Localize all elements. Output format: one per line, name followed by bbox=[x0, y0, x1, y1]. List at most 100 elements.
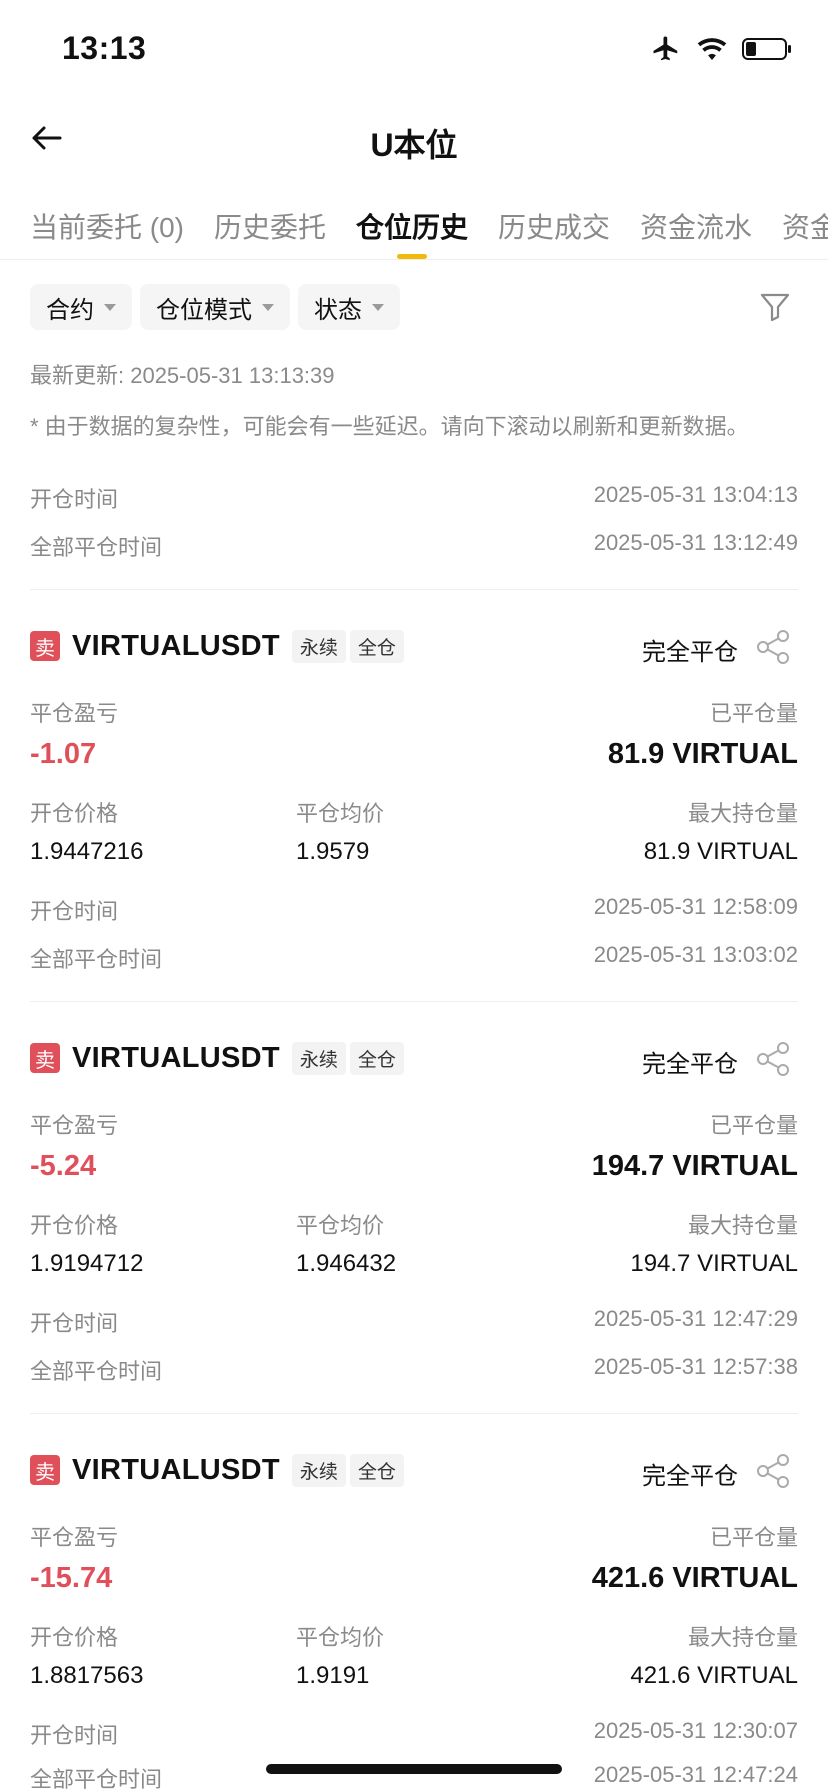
symbol: VIRTUALUSDT bbox=[72, 1041, 280, 1074]
wifi-icon bbox=[697, 38, 727, 61]
close-time-value: 2025-05-31 12:57:38 bbox=[593, 1354, 798, 1379]
tab-trade-history[interactable]: 历史成交 bbox=[498, 206, 610, 246]
closed-qty-value: 194.7 VIRTUAL bbox=[591, 1150, 798, 1182]
position-mode-filter[interactable]: 仓位模式 bbox=[140, 284, 290, 330]
close-time-label: 全部平仓时间 bbox=[30, 1359, 163, 1384]
open-time-value: 2025-05-31 12:47:29 bbox=[593, 1306, 798, 1331]
max-pos-value: 194.7 VIRTUAL bbox=[630, 1250, 798, 1277]
pnl-label: 平仓盈亏 bbox=[30, 701, 119, 726]
divider bbox=[30, 589, 798, 590]
open-price-label: 开仓价格 bbox=[30, 1625, 119, 1650]
home-indicator bbox=[266, 1764, 562, 1774]
tab-order-history[interactable]: 历史委托 bbox=[214, 206, 326, 246]
active-tab-indicator bbox=[397, 254, 427, 259]
tab-funds[interactable]: 资金 bbox=[782, 206, 828, 246]
closed-qty-value: 421.6 VIRTUAL bbox=[591, 1562, 798, 1594]
close-time-value: 2025-05-31 13:12:49 bbox=[593, 530, 798, 555]
position-card[interactable]: 卖 VIRTUALUSDT 永续 全仓 完全平仓 平仓盈亏 已平仓量 -5.24… bbox=[0, 1038, 828, 1438]
close-status: 完全平仓 bbox=[642, 639, 738, 666]
max-pos-label: 最大持仓量 bbox=[687, 801, 798, 826]
tab-position-history[interactable]: 仓位历史 bbox=[356, 206, 468, 246]
position-card[interactable]: 卖 VIRTUALUSDT 永续 全仓 完全平仓 平仓盈亏 已平仓量 -1.07… bbox=[0, 626, 828, 1026]
open-time-label: 开仓时间 bbox=[30, 1311, 119, 1336]
status-time: 13:13 bbox=[62, 30, 147, 66]
caret-down-icon bbox=[104, 303, 116, 311]
open-price-value: 1.9447216 bbox=[30, 838, 144, 865]
sell-badge: 卖 bbox=[30, 1455, 60, 1485]
status-filter-label: 状态 bbox=[314, 296, 362, 324]
close-time-label: 全部平仓时间 bbox=[30, 535, 163, 560]
max-pos-label: 最大持仓量 bbox=[687, 1625, 798, 1650]
perpetual-tag: 永续 bbox=[291, 1453, 346, 1487]
divider bbox=[30, 1413, 798, 1414]
airplane-icon bbox=[653, 36, 678, 61]
caret-down-icon bbox=[372, 303, 384, 311]
open-price-label: 开仓价格 bbox=[30, 801, 119, 826]
card-header: 卖 VIRTUALUSDT 永续 全仓 bbox=[30, 626, 404, 666]
position-mode-filter-label: 仓位模式 bbox=[156, 296, 252, 324]
perpetual-tag: 永续 bbox=[291, 629, 346, 663]
position-card[interactable]: 卖 VIRTUALUSDT 永续 全仓 完全平仓 平仓盈亏 已平仓量 -15.7… bbox=[0, 1450, 828, 1792]
open-time-label: 开仓时间 bbox=[30, 1723, 119, 1748]
tab-bar: 当前委托 (0) 历史委托 仓位历史 历史成交 资金流水 资金 bbox=[0, 196, 828, 260]
page-title: U本位 bbox=[370, 127, 458, 163]
close-status: 完全平仓 bbox=[642, 1051, 738, 1078]
filter-bar: 合约 仓位模式 状态 bbox=[30, 284, 400, 330]
status-icons bbox=[650, 34, 792, 64]
closed-qty-label: 已平仓量 bbox=[709, 1525, 798, 1550]
card-header: 卖 VIRTUALUSDT 永续 全仓 bbox=[30, 1038, 404, 1078]
status-filter[interactable]: 状态 bbox=[298, 284, 400, 330]
open-price-value: 1.9194712 bbox=[30, 1250, 144, 1277]
close-avg-label: 平仓均价 bbox=[296, 801, 385, 826]
closed-qty-label: 已平仓量 bbox=[709, 1113, 798, 1138]
sell-badge: 卖 bbox=[30, 1043, 60, 1073]
battery-icon bbox=[742, 38, 791, 60]
last-updated-text: 最新更新: 2025-05-31 13:13:39 bbox=[30, 363, 335, 388]
open-time-value: 2025-05-31 12:58:09 bbox=[593, 894, 798, 919]
close-avg-value: 1.946432 bbox=[296, 1250, 397, 1277]
pnl-label: 平仓盈亏 bbox=[30, 1525, 119, 1550]
max-pos-value: 421.6 VIRTUAL bbox=[630, 1662, 798, 1689]
share-icon[interactable] bbox=[754, 628, 792, 666]
partial-close-time-row: 全部平仓时间 2025-05-31 13:12:49 bbox=[30, 530, 798, 562]
close-status: 完全平仓 bbox=[642, 1463, 738, 1490]
contract-filter[interactable]: 合约 bbox=[30, 284, 132, 330]
close-time-label: 全部平仓时间 bbox=[30, 1767, 163, 1792]
perpetual-tag: 永续 bbox=[291, 1041, 346, 1075]
funnel-filter-icon[interactable] bbox=[758, 290, 792, 324]
share-icon[interactable] bbox=[754, 1452, 792, 1490]
max-pos-label: 最大持仓量 bbox=[687, 1213, 798, 1238]
card-header: 卖 VIRTUALUSDT 永续 全仓 bbox=[30, 1450, 404, 1490]
open-time-label: 开仓时间 bbox=[30, 487, 119, 512]
pnl-value: -1.07 bbox=[30, 738, 97, 770]
pnl-value: -15.74 bbox=[30, 1562, 113, 1594]
pnl-value: -5.24 bbox=[30, 1150, 97, 1182]
open-time-value: 2025-05-31 13:04:13 bbox=[593, 482, 798, 507]
tab-current-orders[interactable]: 当前委托 (0) bbox=[30, 206, 184, 246]
close-time-label: 全部平仓时间 bbox=[30, 947, 163, 972]
cross-margin-tag: 全仓 bbox=[349, 1453, 404, 1487]
cross-margin-tag: 全仓 bbox=[349, 1041, 404, 1075]
symbol: VIRTUALUSDT bbox=[72, 629, 280, 662]
tab-funding-flow[interactable]: 资金流水 bbox=[640, 206, 752, 246]
symbol: VIRTUALUSDT bbox=[72, 1453, 280, 1486]
close-avg-label: 平仓均价 bbox=[296, 1625, 385, 1650]
caret-down-icon bbox=[262, 303, 274, 311]
pnl-label: 平仓盈亏 bbox=[30, 1113, 119, 1138]
close-avg-value: 1.9191 bbox=[296, 1662, 370, 1689]
contract-filter-label: 合约 bbox=[46, 296, 94, 324]
share-icon[interactable] bbox=[754, 1040, 792, 1078]
open-price-value: 1.8817563 bbox=[30, 1662, 144, 1689]
status-bar: 13:13 bbox=[0, 0, 828, 100]
partial-open-time-row: 开仓时间 2025-05-31 13:04:13 bbox=[30, 482, 798, 514]
close-avg-value: 1.9579 bbox=[296, 838, 370, 865]
close-time-value: 2025-05-31 12:47:24 bbox=[593, 1762, 798, 1787]
closed-qty-label: 已平仓量 bbox=[709, 701, 798, 726]
open-time-label: 开仓时间 bbox=[30, 899, 119, 924]
sell-badge: 卖 bbox=[30, 631, 60, 661]
close-time-value: 2025-05-31 13:03:02 bbox=[593, 942, 798, 967]
cross-margin-tag: 全仓 bbox=[349, 629, 404, 663]
delay-notice: * 由于数据的复杂性，可能会有一些延迟。请向下滚动以刷新和更新数据。 bbox=[30, 414, 749, 439]
open-time-value: 2025-05-31 12:30:07 bbox=[593, 1718, 798, 1743]
closed-qty-value: 81.9 VIRTUAL bbox=[607, 738, 798, 770]
